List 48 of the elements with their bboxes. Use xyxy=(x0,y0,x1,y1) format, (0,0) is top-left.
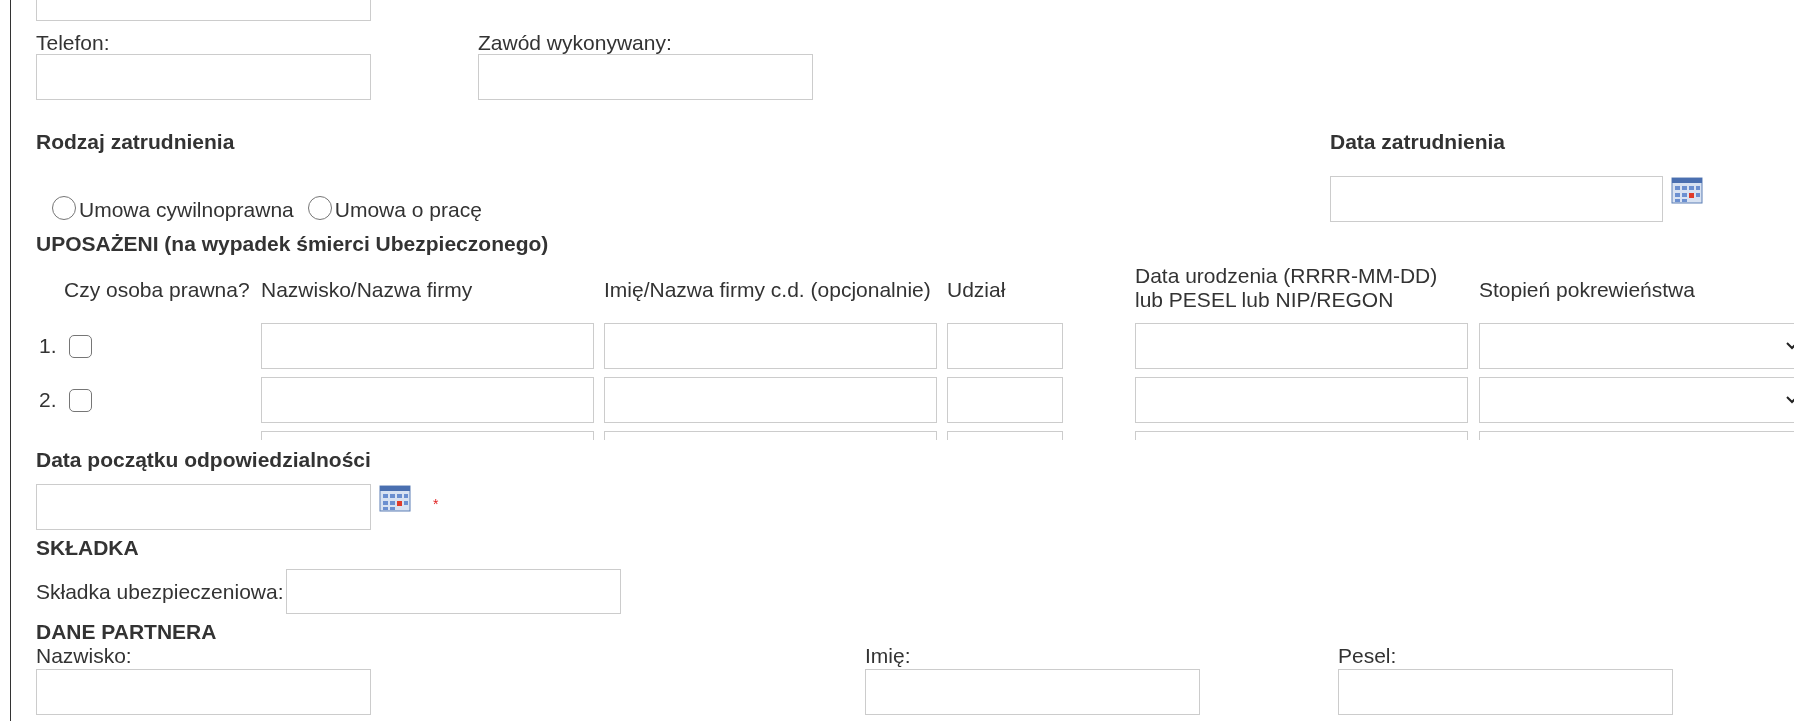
checkbox[interactable] xyxy=(69,334,92,358)
calendar-icon[interactable] xyxy=(379,484,411,512)
section-heading: DANE PARTNERA xyxy=(36,622,218,642)
required-mark: * xyxy=(433,495,439,514)
field-label: Zawód wykonywany: xyxy=(478,33,673,53)
field-label: Nazwisko: xyxy=(36,646,133,666)
row-number: 2. xyxy=(38,387,58,414)
date-field[interactable] xyxy=(36,484,371,530)
dropdown[interactable] xyxy=(1479,323,1794,369)
field-label: Składka ubezpieczeniowa: xyxy=(36,578,284,605)
column-header: Udział xyxy=(947,278,1006,303)
input-field[interactable] xyxy=(604,323,937,369)
input-field[interactable] xyxy=(36,669,371,715)
field-label: Pesel: xyxy=(1338,646,1398,666)
option-label: Umowa cywilnoprawna xyxy=(79,200,294,220)
column-header: Imię/Nazwa firmy c.d. (opcjonalnie) xyxy=(604,278,931,303)
section-heading: Data zatrudnienia xyxy=(1330,132,1507,152)
input-field[interactable] xyxy=(1135,377,1468,423)
input-field[interactable] xyxy=(604,377,937,423)
input-field[interactable] xyxy=(261,377,594,423)
radio-button[interactable] xyxy=(307,196,332,220)
radio-button[interactable] xyxy=(52,196,76,220)
input-field[interactable] xyxy=(865,669,1200,715)
section-heading: SKŁADKA xyxy=(36,538,140,558)
input-field[interactable] xyxy=(1135,323,1468,369)
input-field[interactable] xyxy=(947,377,1063,423)
date-field[interactable] xyxy=(1330,176,1663,222)
section-heading: Rodzaj zatrudnienia xyxy=(36,132,236,152)
field-label: Telefon: xyxy=(36,33,111,53)
calendar-icon[interactable] xyxy=(1671,176,1703,204)
section-heading: Data początku odpowiedzialności xyxy=(36,450,372,470)
checkbox[interactable] xyxy=(69,388,92,412)
field-label: Imię: xyxy=(865,646,912,666)
dropdown[interactable] xyxy=(1479,377,1794,423)
column-header: Nazwisko/Nazwa firmy xyxy=(261,278,473,303)
input-field[interactable] xyxy=(36,54,371,100)
column-header: Data urodzenia (RRRR-MM-DD) lub PESEL lub NIP/REGON xyxy=(1135,264,1438,313)
input-field[interactable] xyxy=(1338,669,1673,715)
input-field[interactable] xyxy=(36,0,371,21)
row-number: 1. xyxy=(38,333,58,360)
input-field[interactable] xyxy=(261,323,594,369)
column-header: Stopień pokrewieństwa xyxy=(1479,278,1695,303)
input-field[interactable] xyxy=(947,323,1063,369)
section-heading: UPOSAŻENI (na wypadek śmierci Ubezpieczonego) xyxy=(36,234,550,254)
input-field[interactable] xyxy=(478,54,813,100)
column-header: Czy osoba prawna? xyxy=(64,278,250,303)
input-field[interactable] xyxy=(285,569,621,614)
option-label: Umowa o pracę xyxy=(334,200,482,220)
